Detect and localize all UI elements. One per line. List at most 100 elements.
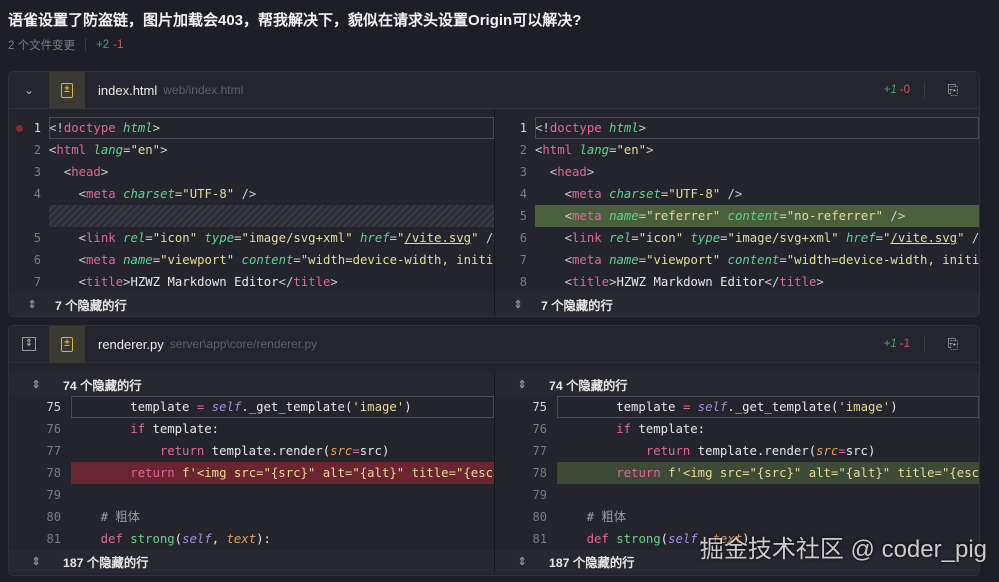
code-token: /vite.svg <box>890 231 958 245</box>
code-token: /> <box>485 231 494 245</box>
chevrons-expand-icon[interactable]: ⇕ <box>9 326 49 363</box>
code-token: ! <box>56 121 64 135</box>
code-text: <html lang="en"> <box>49 139 494 161</box>
code-token: link <box>86 231 116 245</box>
expand-icon[interactable]: ⇕ <box>495 298 541 311</box>
code-token: > <box>586 165 595 179</box>
code-token: < <box>535 187 573 201</box>
hidden-lines-expander[interactable]: ⇕ 187 个隐藏的行 <box>9 550 494 573</box>
expand-icon[interactable]: ⇕ <box>495 378 549 391</box>
hidden-lines-label: 74 个隐藏的行 <box>549 378 628 393</box>
code-token: > <box>152 121 161 135</box>
hidden-lines-expander[interactable]: ⇕ 74 个隐藏的行 <box>495 373 979 396</box>
code-token: return <box>130 466 175 480</box>
line-number: 75 <box>532 400 547 414</box>
expand-icon[interactable]: ⇕ <box>495 555 549 568</box>
code-token: src) <box>845 444 876 458</box>
code-token: < <box>535 209 573 223</box>
code-line: 77 return template.render(src=src) <box>495 440 979 462</box>
code-token: template: <box>145 422 220 436</box>
hidden-lines-expander[interactable]: ⇕ 7 个隐藏的行 <box>9 293 494 316</box>
file-added: +1 <box>883 338 897 350</box>
code-token: head <box>557 165 587 179</box>
code-token: "icon" <box>638 231 684 245</box>
line-number: 80 <box>532 510 547 524</box>
code-line: 80 # 粗体 <box>9 506 494 528</box>
file-name[interactable]: renderer.py <box>98 337 164 352</box>
line-number: 5 <box>519 209 527 223</box>
code-token: /> <box>883 209 906 223</box>
code-token: > <box>100 165 109 179</box>
divider <box>924 82 925 98</box>
code-token: "UTF-8" <box>668 187 721 201</box>
watermark: 掘金技术社区 @ coder_pig <box>699 536 987 563</box>
code-token: /> <box>971 231 979 245</box>
code-token: template.render( <box>690 444 817 458</box>
hidden-lines-expander[interactable]: ⇕ 74 个隐藏的行 <box>9 373 494 396</box>
code-token: # 粗体 <box>71 510 141 524</box>
hidden-lines-expander[interactable]: ⇕ 7 个隐藏的行 <box>495 293 979 316</box>
code-token: meta <box>86 253 116 267</box>
file-header: ⌄ ± index.html web/index.html +1 -0 ⎘ <box>9 72 979 109</box>
code-text: # 粗体 <box>557 506 979 528</box>
code-token: content <box>241 253 294 267</box>
line-number: 1 <box>519 121 527 135</box>
code-text: template = self._get_template('image') <box>71 396 494 418</box>
code-token: /> <box>720 187 743 201</box>
code-token: template <box>557 400 683 414</box>
line-number: 6 <box>33 253 41 267</box>
hidden-lines-label: 7 个隐藏的行 <box>55 298 127 313</box>
files-changed: 2 个文件变更 <box>8 40 76 52</box>
expand-icon[interactable]: ⇕ <box>9 555 63 568</box>
expand-icon[interactable]: ⇕ <box>9 378 63 391</box>
copy-icon[interactable]: ⎘ <box>943 82 963 98</box>
code-text: template = self._get_template('image') <box>557 396 979 418</box>
chevrons-collapse-icon[interactable]: ⌄ <box>9 72 49 109</box>
code-token: html <box>56 143 87 157</box>
code-token: text <box>226 532 257 546</box>
copy-icon[interactable]: ⎘ <box>943 336 963 352</box>
code-text: <title>HZWZ Markdown Editor</title> <box>535 271 979 293</box>
added-count: +2 <box>96 39 110 51</box>
code-text: <meta charset="UTF-8" /> <box>535 183 979 205</box>
code-text: if template: <box>557 418 979 440</box>
file-diff-icon: ± <box>49 72 85 109</box>
expand-icon[interactable]: ⇕ <box>9 298 55 311</box>
code-token: </ <box>764 275 780 289</box>
code-token: ) <box>404 400 412 414</box>
code-line: 76 if template: <box>9 418 494 440</box>
line-number: 3 <box>33 165 41 179</box>
code-token: 'image' <box>352 400 405 414</box>
code-token: "UTF-8" <box>182 187 235 201</box>
code-token: f'<img src="{src}" alt="{alt}" title="{e… <box>668 466 979 480</box>
code-token: ._get_template( <box>727 400 839 414</box>
code-text: <meta charset="UTF-8" /> <box>49 183 494 205</box>
line-number: 5 <box>33 231 41 245</box>
file-name[interactable]: index.html <box>98 83 157 98</box>
code-token: src) <box>359 444 390 458</box>
code-token: = <box>389 231 398 245</box>
code-token: = <box>875 231 884 245</box>
file-removed: -0 <box>899 84 910 96</box>
breakpoint-icon[interactable] <box>16 124 23 132</box>
code-token: " <box>471 231 479 245</box>
code-token: return <box>159 444 205 458</box>
code-line: 75 template = self._get_template('image'… <box>495 396 979 418</box>
code-text: <!doctype html> <box>49 117 494 139</box>
code-token: rel <box>123 231 146 245</box>
left-pane: 1 <!doctype html> 2 <html lang="en"> 3 <head… <box>9 109 494 316</box>
